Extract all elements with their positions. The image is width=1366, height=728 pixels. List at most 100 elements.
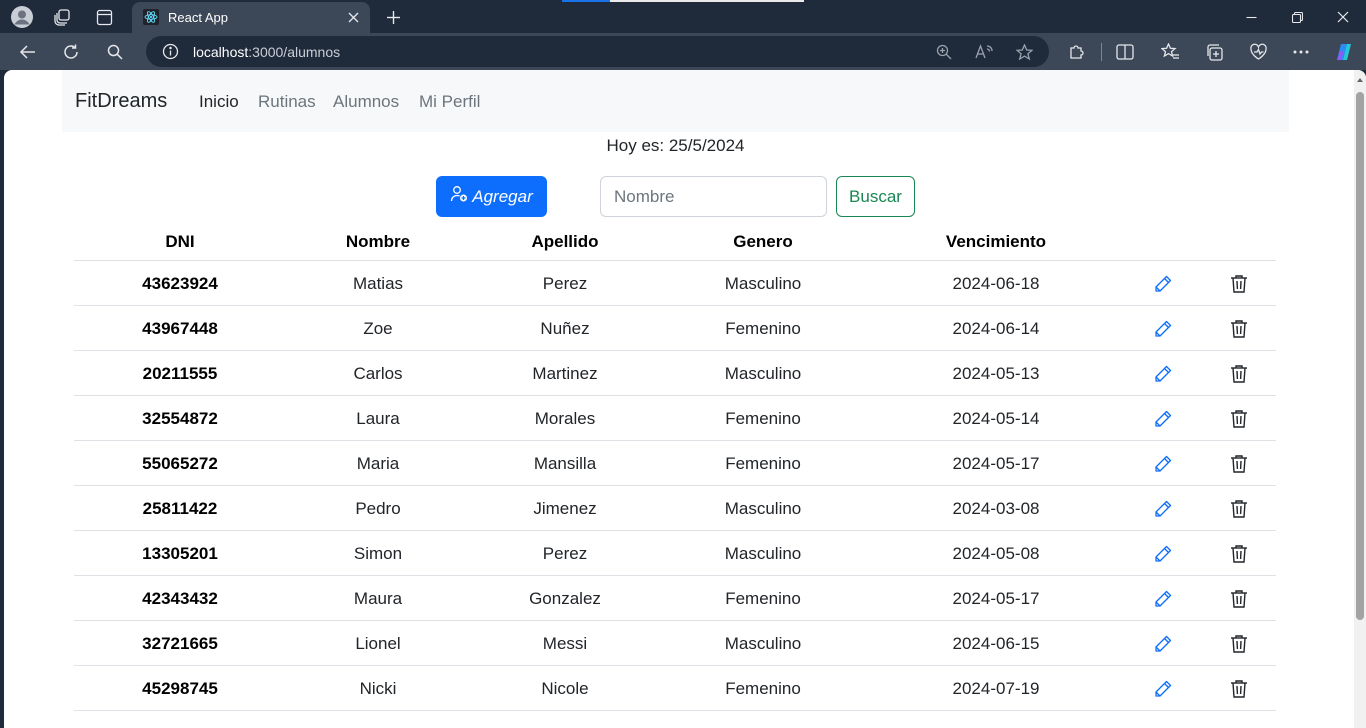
trash-icon[interactable]: [1228, 633, 1250, 655]
table-body: 43623924 Matias Perez Masculino 2024-06-18 43…: [74, 261, 1276, 711]
browser-essentials-icon[interactable]: [1244, 38, 1272, 66]
pencil-icon[interactable]: [1152, 318, 1174, 340]
close-tab-icon[interactable]: [344, 8, 362, 26]
cell-vencimiento: 2024-06-15: [952, 634, 1040, 653]
pencil-icon[interactable]: [1152, 363, 1174, 385]
pencil-icon[interactable]: [1152, 588, 1174, 610]
pencil-icon[interactable]: [1152, 633, 1174, 655]
browser-toolbar: localhost:3000/alumnos: [0, 33, 1366, 70]
favorite-star-icon[interactable]: [1014, 42, 1034, 62]
add-button-label: Agregar: [472, 186, 533, 206]
profile-avatar-icon[interactable]: [9, 4, 35, 30]
trash-icon[interactable]: [1228, 318, 1250, 340]
restore-window-icon[interactable]: [1274, 3, 1320, 31]
search-button[interactable]: Buscar: [836, 176, 915, 217]
header-apellido: Apellido: [531, 232, 599, 251]
copilot-icon[interactable]: [1330, 38, 1358, 66]
cell-genero: Masculino: [724, 274, 802, 293]
cell-vencimiento: 2024-06-14: [952, 319, 1040, 338]
table-row: 55065272 Maria Mansilla Femenino 2024-05-17: [74, 441, 1276, 486]
cell-apellido: Perez: [542, 274, 588, 293]
table-row: 43623924 Matias Perez Masculino 2024-06-18: [74, 261, 1276, 306]
cell-nombre: Maria: [356, 454, 400, 473]
trash-icon[interactable]: [1228, 588, 1250, 610]
cell-apellido: Nicole: [541, 679, 589, 698]
add-user-icon: [450, 185, 468, 208]
back-arrow-icon[interactable]: [14, 38, 42, 66]
tab-react-app[interactable]: React App: [132, 2, 370, 33]
minimize-icon[interactable]: [1228, 3, 1274, 31]
trash-icon[interactable]: [1228, 498, 1250, 520]
cell-nombre: Maura: [353, 589, 403, 608]
cell-dni: 55065272: [142, 454, 218, 473]
pencil-icon[interactable]: [1152, 678, 1174, 700]
cell-dni: 32721665: [142, 634, 218, 653]
pencil-icon[interactable]: [1152, 453, 1174, 475]
tab-strip-indicator: [562, 0, 804, 2]
cell-dni: 42343432: [142, 589, 218, 608]
favorites-icon[interactable]: [1156, 38, 1184, 66]
nav-link-mi-perfil[interactable]: Mi Perfil: [419, 92, 480, 112]
cell-dni: 45298745: [142, 679, 218, 698]
search-icon[interactable]: [101, 38, 129, 66]
nav-link-rutinas[interactable]: Rutinas: [258, 92, 316, 112]
pencil-icon[interactable]: [1152, 543, 1174, 565]
cell-dni: 43623924: [142, 274, 218, 293]
header-genero: Genero: [733, 232, 793, 251]
add-alumno-button[interactable]: Agregar: [436, 176, 547, 217]
more-options-icon[interactable]: [1287, 38, 1315, 66]
cell-genero: Masculino: [724, 544, 802, 563]
cell-dni: 32554872: [142, 409, 218, 428]
app-navbar: FitDreams Inicio Rutinas Alumnos Mi Perf…: [62, 70, 1289, 132]
cell-vencimiento: 2024-05-17: [952, 454, 1040, 473]
tab-actions-icon[interactable]: [91, 4, 117, 30]
alumnos-table: DNI Nombre Apellido Genero Vencimiento 4…: [74, 220, 1276, 711]
address-bar[interactable]: localhost:3000/alumnos: [146, 36, 1049, 67]
cell-genero: Femenino: [725, 589, 801, 608]
nav-link-alumnos[interactable]: Alumnos: [333, 92, 399, 112]
pencil-icon[interactable]: [1152, 408, 1174, 430]
read-aloud-icon[interactable]: [974, 42, 994, 62]
cell-vencimiento: 2024-05-14: [952, 409, 1040, 428]
table-header-row: DNI Nombre Apellido Genero Vencimiento: [74, 220, 1276, 261]
header-dni: DNI: [165, 232, 195, 251]
cell-genero: Femenino: [725, 454, 801, 473]
new-tab-plus-icon[interactable]: [380, 4, 406, 30]
cell-apellido: Perez: [542, 544, 588, 563]
nav-link-inicio[interactable]: Inicio: [199, 92, 239, 112]
pencil-icon[interactable]: [1152, 498, 1174, 520]
header-vencimiento: Vencimiento: [945, 232, 1047, 251]
pencil-icon[interactable]: [1152, 273, 1174, 295]
cell-vencimiento: 2024-03-08: [952, 499, 1040, 518]
cell-vencimiento: 2024-07-19: [952, 679, 1040, 698]
cell-nombre: Lionel: [355, 634, 401, 653]
table-row: 32721665 Lionel Messi Masculino 2024-06-15: [74, 621, 1276, 666]
page-viewport: FitDreams Inicio Rutinas Alumnos Mi Perf…: [4, 70, 1366, 728]
refresh-icon[interactable]: [57, 38, 85, 66]
cell-nombre: Carlos: [353, 364, 403, 383]
extensions-icon[interactable]: [1063, 38, 1091, 66]
scrollbar-thumb[interactable]: [1356, 92, 1364, 620]
page-scrollbar[interactable]: [1354, 70, 1366, 728]
trash-icon[interactable]: [1228, 453, 1250, 475]
browser-tab-bar: React App: [0, 0, 1366, 33]
trash-icon[interactable]: [1228, 273, 1250, 295]
search-nombre-input[interactable]: [600, 176, 827, 217]
close-window-icon[interactable]: [1320, 3, 1366, 31]
cell-apellido: Mansilla: [533, 454, 597, 473]
trash-icon[interactable]: [1228, 363, 1250, 385]
current-date-text: Hoy es: 25/5/2024: [606, 136, 745, 155]
workspaces-icon[interactable]: [49, 4, 75, 30]
table-row: 43967448 Zoe Nuñez Femenino 2024-06-14: [74, 306, 1276, 351]
trash-icon[interactable]: [1228, 678, 1250, 700]
trash-icon[interactable]: [1228, 543, 1250, 565]
cell-dni: 13305201: [142, 544, 218, 563]
zoom-icon[interactable]: [934, 42, 954, 62]
site-info-icon[interactable]: [162, 43, 179, 60]
split-screen-icon[interactable]: [1111, 38, 1139, 66]
cell-apellido: Martinez: [532, 364, 598, 383]
collections-icon[interactable]: [1200, 38, 1228, 66]
scroll-up-arrow-icon[interactable]: [1357, 78, 1363, 82]
trash-icon[interactable]: [1228, 408, 1250, 430]
brand-logo[interactable]: FitDreams: [75, 90, 167, 113]
